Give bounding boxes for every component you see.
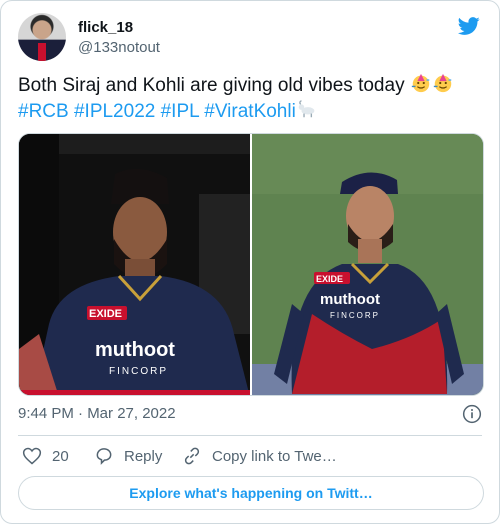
- divider: [18, 435, 482, 436]
- copy-link-label: Copy link to Twe…: [212, 447, 337, 465]
- tweet-timestamp[interactable]: 9:44 PM · Mar 27, 2022: [18, 405, 176, 422]
- copy-link-button[interactable]: Copy link to Twe…: [182, 444, 337, 468]
- tweet-actions: 20 Reply Copy link to Twe…: [18, 444, 484, 468]
- author-name[interactable]: flick_18: [78, 19, 133, 36]
- goat-icon: [298, 100, 315, 118]
- tweet-card: flick_18 @133notout Both Siraj and Kohli…: [0, 0, 500, 524]
- sleeve-text-left: EXIDE: [89, 308, 122, 320]
- photo-kohli[interactable]: EXIDE muthoot FINCORP: [252, 134, 483, 395]
- tweet-header: flick_18 @133notout: [18, 13, 482, 61]
- hashtag-ipl[interactable]: #IPL: [161, 101, 199, 122]
- reply-label: Reply: [124, 447, 163, 465]
- partying-face-icon: [411, 73, 430, 93]
- author-handle[interactable]: @133notout: [78, 39, 160, 56]
- tweet-body: Both Siraj and Kohli are giving old vibe…: [18, 75, 405, 96]
- avatar[interactable]: [18, 13, 66, 61]
- twitter-bird-icon[interactable]: [456, 15, 482, 37]
- reply-button[interactable]: Reply: [94, 444, 162, 468]
- sleeve-text-right: EXIDE: [316, 274, 343, 284]
- link-icon: [184, 447, 200, 465]
- heart-icon: [22, 447, 42, 465]
- hashtag-ipl2022[interactable]: #IPL2022: [74, 101, 155, 122]
- hashtag-viratkohli[interactable]: #ViratKohli: [204, 101, 296, 122]
- tweet-media[interactable]: EXIDE muthoot FINCORP EXIDE muthoot FINC…: [18, 133, 484, 396]
- hashtag-rcb[interactable]: #RCB: [18, 101, 69, 122]
- partying-face-icon: [433, 73, 452, 93]
- jersey-brand-right: muthoot: [320, 291, 380, 308]
- jersey-sub-left: FINCORP: [109, 366, 168, 377]
- like-count: 20: [52, 447, 69, 465]
- tweet-text: Both Siraj and Kohli are giving old vibe…: [18, 72, 484, 124]
- photo-siraj[interactable]: EXIDE muthoot FINCORP: [19, 134, 250, 395]
- jersey-brand-left: muthoot: [95, 339, 175, 361]
- reply-icon: [96, 448, 112, 465]
- like-button[interactable]: 20: [22, 444, 69, 468]
- explore-button[interactable]: Explore what's happening on Twitt…: [18, 476, 484, 510]
- jersey-sub-right: FINCORP: [330, 311, 380, 320]
- info-icon[interactable]: [462, 404, 482, 424]
